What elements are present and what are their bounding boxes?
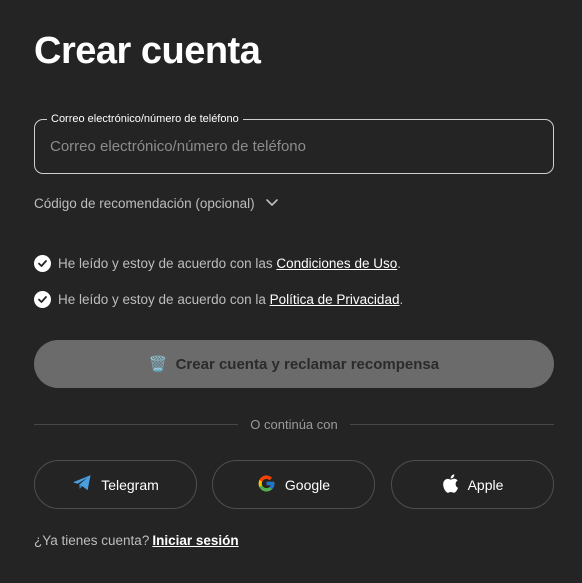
- continue-with-divider: O continúa con: [34, 416, 555, 432]
- login-link[interactable]: Iniciar sesión: [152, 533, 238, 548]
- page-title: Crear cuenta: [34, 30, 261, 72]
- email-field-container[interactable]: Correo electrónico/número de teléfono: [34, 112, 554, 174]
- create-account-button-label: Crear cuenta y reclamar recompensa: [175, 355, 440, 373]
- google-label: Google: [284, 476, 331, 493]
- privacy-text: He leído y estoy de acuerdo con la Polít…: [58, 292, 404, 307]
- login-prompt: ¿Ya tienes cuenta? Iniciar sesión: [34, 533, 239, 548]
- google-button[interactable]: Google: [212, 460, 375, 509]
- check-icon: [38, 260, 47, 267]
- email-field[interactable]: [35, 120, 553, 173]
- terms-agreement-row: He leído y estoy de acuerdo con las Cond…: [34, 255, 401, 272]
- privacy-link[interactable]: Política de Privacidad: [270, 292, 400, 307]
- apple-icon: [442, 473, 459, 496]
- check-icon: [38, 296, 47, 303]
- create-account-button[interactable]: 🗑️ Crear cuenta y reclamar recompensa: [34, 340, 554, 388]
- apple-button[interactable]: Apple: [391, 460, 554, 509]
- chevron-down-icon: [265, 195, 279, 212]
- google-icon: [257, 474, 276, 496]
- referral-code-toggle[interactable]: Código de recomendación (opcional): [34, 195, 279, 212]
- referral-code-label: Código de recomendación (opcional): [34, 196, 255, 211]
- divider-line: [34, 423, 239, 425]
- apple-label: Apple: [467, 476, 504, 493]
- terms-link[interactable]: Condiciones de Uso: [276, 256, 397, 271]
- telegram-icon: [72, 474, 92, 495]
- terms-checkbox[interactable]: [34, 255, 51, 272]
- continue-with-label: O continúa con: [250, 416, 338, 432]
- telegram-label: Telegram: [101, 476, 159, 493]
- terms-text: He leído y estoy de acuerdo con las Cond…: [58, 256, 401, 271]
- trash-can-icon: 🗑️: [148, 356, 168, 373]
- privacy-agreement-row: He leído y estoy de acuerdo con la Polít…: [34, 291, 403, 308]
- login-prompt-text: ¿Ya tienes cuenta?: [34, 533, 150, 548]
- telegram-button[interactable]: Telegram: [34, 460, 197, 509]
- privacy-checkbox[interactable]: [34, 291, 51, 308]
- divider-line: [349, 423, 555, 425]
